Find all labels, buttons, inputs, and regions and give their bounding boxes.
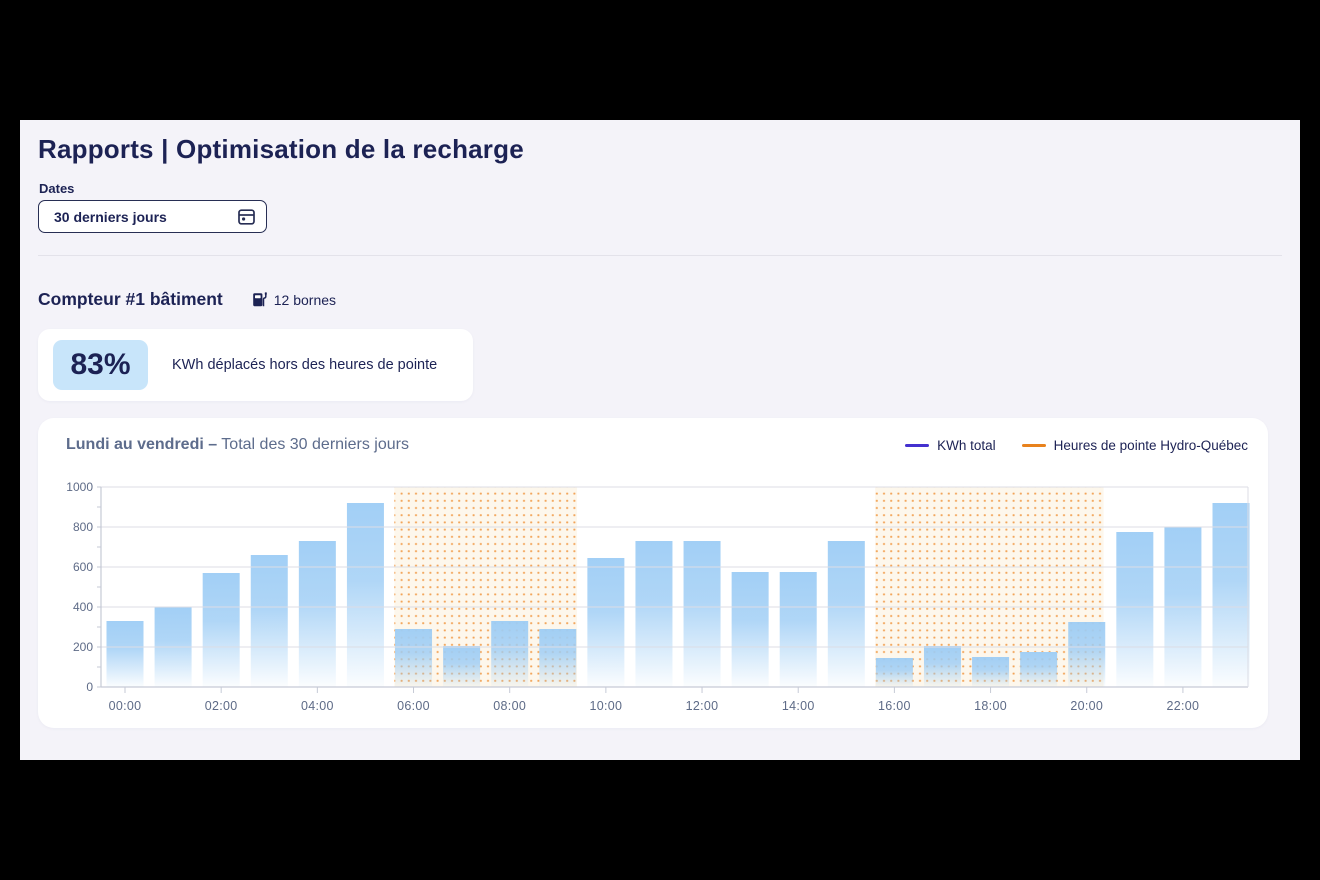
chart-bar <box>876 658 913 687</box>
x-tick-label: 12:00 <box>686 699 719 713</box>
chart-bar <box>780 572 817 687</box>
chart-bar <box>539 629 576 687</box>
chart-bar <box>1213 503 1250 687</box>
stations-count: 12 bornes <box>252 291 336 308</box>
page-title: Rapports | Optimisation de la recharge <box>38 134 524 165</box>
y-tick-label: 600 <box>73 560 93 574</box>
chart-bar <box>299 541 336 687</box>
chart-bar <box>1068 622 1105 687</box>
meter-header: Compteur #1 bâtiment 12 bornes <box>38 289 336 310</box>
chart-bar <box>684 541 721 687</box>
stations-count-label: 12 bornes <box>274 292 336 308</box>
x-tick-label: 00:00 <box>109 699 142 713</box>
y-tick-label: 800 <box>73 520 93 534</box>
dates-label: Dates <box>39 181 74 196</box>
y-tick-label: 0 <box>86 680 93 694</box>
x-tick-label: 08:00 <box>493 699 526 713</box>
chart-bar <box>107 621 144 687</box>
chart-card: Lundi au vendredi – Total des 30 dernier… <box>38 418 1268 728</box>
x-tick-label: 04:00 <box>301 699 334 713</box>
x-tick-label: 10:00 <box>589 699 622 713</box>
section-divider <box>38 255 1282 256</box>
x-tick-label: 20:00 <box>1070 699 1103 713</box>
kpi-label: KWh déplacés hors des heures de pointe <box>172 357 437 373</box>
chart-bar <box>1116 532 1153 687</box>
chart-bar <box>828 541 865 687</box>
calendar-icon <box>237 207 256 226</box>
chart-bar <box>732 572 769 687</box>
chart-bar <box>251 555 288 687</box>
chart-bar <box>491 621 528 687</box>
chart-bar <box>924 646 961 687</box>
chart-bar <box>443 646 480 687</box>
hourly-kwh-bar-chart: 0 200 400 600 800 1000 00:00 02:00 04:00 06:00 08:… <box>38 418 1268 728</box>
kpi-card: 83% KWh déplacés hors des heures de poin… <box>38 329 473 401</box>
x-tick-label: 02:00 <box>205 699 238 713</box>
y-tick-label: 200 <box>73 640 93 654</box>
y-tick-label: 1000 <box>66 480 93 494</box>
date-range-value: 30 derniers jours <box>54 209 167 225</box>
chart-bar <box>347 503 384 687</box>
chart-bar <box>395 629 432 687</box>
kpi-value-badge: 83% <box>53 340 148 390</box>
x-tick-label: 16:00 <box>878 699 911 713</box>
charging-station-icon <box>252 291 268 308</box>
x-tick-label: 22:00 <box>1167 699 1200 713</box>
chart-bar <box>1020 652 1057 687</box>
chart-bar <box>972 657 1009 687</box>
meter-name: Compteur #1 bâtiment <box>38 289 223 310</box>
date-range-select[interactable]: 30 derniers jours <box>38 200 267 233</box>
y-tick-label: 400 <box>73 600 93 614</box>
chart-bar <box>203 573 240 687</box>
x-tick-label: 14:00 <box>782 699 815 713</box>
report-page: Rapports | Optimisation de la recharge D… <box>20 120 1300 760</box>
x-tick-label: 18:00 <box>974 699 1007 713</box>
chart-bar <box>587 558 624 687</box>
chart-bar <box>635 541 672 687</box>
x-tick-label: 06:00 <box>397 699 430 713</box>
